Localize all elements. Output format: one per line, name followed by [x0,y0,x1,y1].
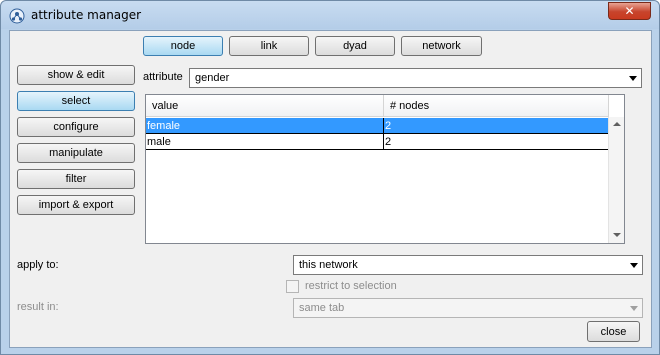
tab-node[interactable]: node [143,36,223,56]
apply-to-value: this network [299,259,358,271]
column-header-nodes[interactable]: # nodes [384,95,609,117]
cell-value: female [146,118,384,134]
value-table: value # nodes female 2 male 2 [145,94,625,244]
close-icon: ✕ [624,4,635,18]
attribute-manager-window: attribute manager ✕ node link dyad netwo… [0,0,660,355]
table-header: value # nodes [146,95,609,117]
column-header-value[interactable]: value [146,95,384,117]
sidebar-manipulate-button[interactable]: manipulate [17,143,135,163]
window-title: attribute manager [31,8,142,22]
table-row[interactable]: male 2 [146,134,618,150]
table-row[interactable]: female 2 [146,118,618,134]
cell-count: 2 [384,118,618,134]
window-close-button[interactable]: ✕ [608,2,651,20]
chevron-down-icon [630,306,638,311]
dialog-body: node link dyad network show & edit selec… [9,30,652,348]
scroll-down-icon[interactable] [613,233,621,237]
app-icon [9,8,25,24]
chevron-down-icon [630,263,638,268]
cell-count: 2 [384,134,618,150]
sidebar-filter-button[interactable]: filter [17,169,135,189]
vertical-scrollbar[interactable] [608,117,624,243]
result-in-label: result in: [17,301,59,313]
attribute-dropdown[interactable]: gender [189,68,642,88]
tab-dyad[interactable]: dyad [315,36,395,56]
title-bar[interactable]: attribute manager ✕ [1,1,659,29]
result-in-value: same tab [299,302,345,314]
cell-value: male [146,134,384,150]
restrict-to-selection-checkbox[interactable] [286,280,299,293]
apply-to-label: apply to: [17,259,59,271]
attribute-label: attribute [143,71,183,83]
apply-to-dropdown[interactable]: this network [293,255,643,275]
tab-link[interactable]: link [229,36,309,56]
restrict-to-selection-label: restrict to selection [305,280,397,292]
close-button[interactable]: close [587,321,640,342]
tab-network[interactable]: network [401,36,482,56]
attribute-dropdown-value: gender [195,72,230,84]
result-in-dropdown[interactable]: same tab [293,298,643,318]
sidebar-select-button[interactable]: select [17,91,135,111]
sidebar-configure-button[interactable]: configure [17,117,135,137]
scroll-up-icon[interactable] [613,122,621,126]
sidebar-show-edit-button[interactable]: show & edit [17,65,135,85]
sidebar-import-export-button[interactable]: import & export [17,195,135,215]
chevron-down-icon [629,76,637,81]
